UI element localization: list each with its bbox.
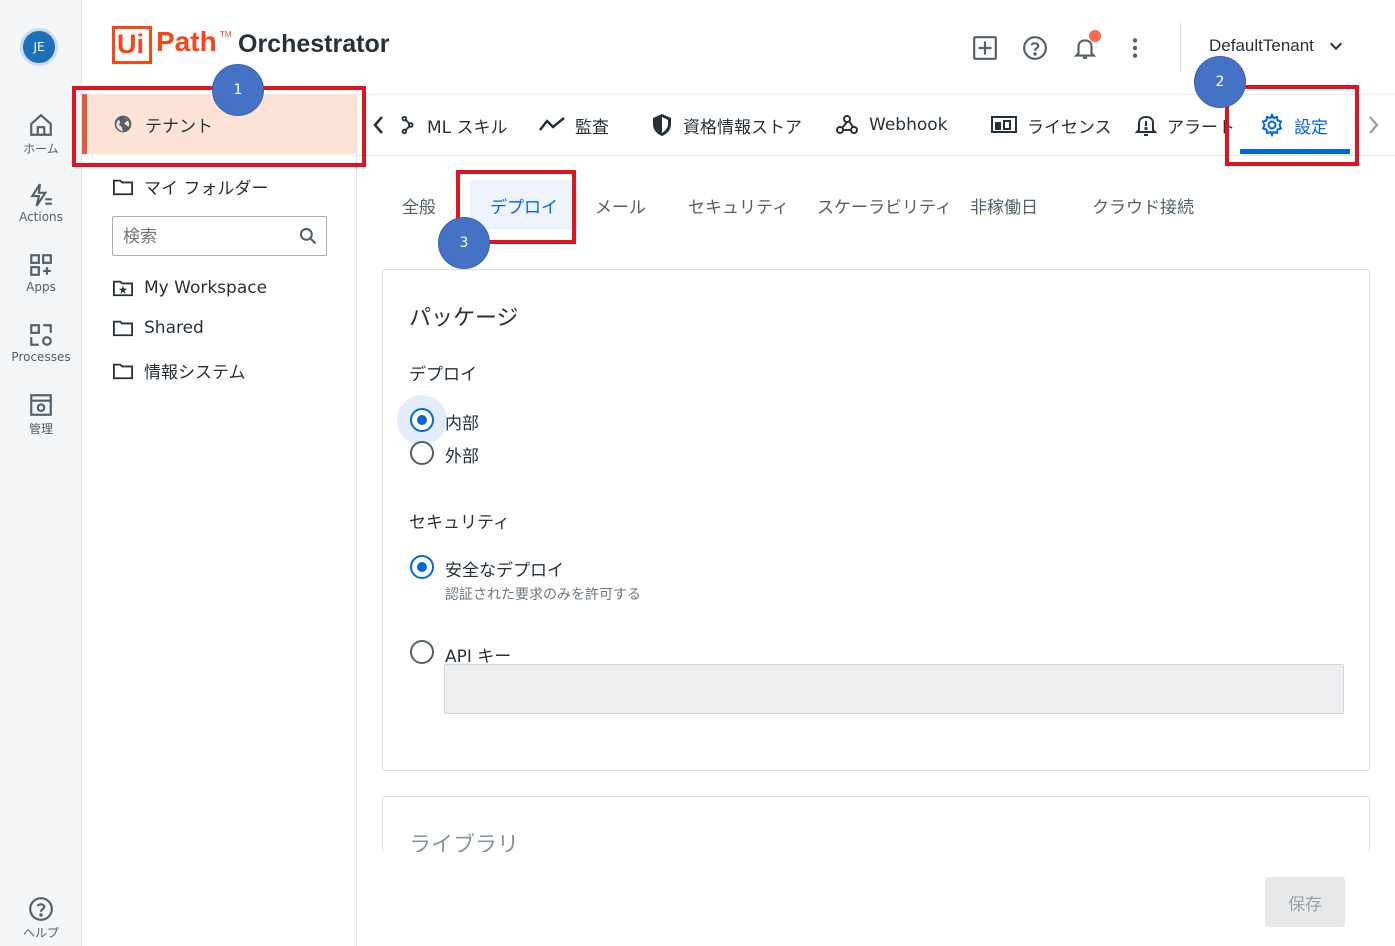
tab-ml-skill[interactable]: ML スキル xyxy=(399,95,508,155)
rail-item-admin[interactable]: 管理 xyxy=(0,392,82,437)
radio-api-key[interactable] xyxy=(410,640,434,664)
ml-skill-icon xyxy=(401,115,414,135)
apps-icon xyxy=(30,254,52,276)
folder-icon xyxy=(113,320,133,337)
tab-webhook[interactable]: Webhook xyxy=(835,95,947,155)
save-button[interactable]: 保存 xyxy=(1265,877,1345,927)
secure-deploy-description: 認証された要求のみを許可する xyxy=(445,587,641,603)
left-rail: JE ホーム Actions Apps Processes 管理 ヘルプ xyxy=(0,0,82,946)
more-vertical-icon xyxy=(1132,38,1138,58)
logo-tm: TM xyxy=(220,30,232,39)
actions-icon xyxy=(30,183,52,207)
rail-item-apps[interactable]: Apps xyxy=(0,252,82,294)
radio-label-internal: 内部 xyxy=(445,414,479,434)
subtab-scalability[interactable]: スケーラビリティ xyxy=(817,180,952,230)
folder-search[interactable] xyxy=(112,216,327,256)
folder-icon xyxy=(113,179,133,195)
chevron-right-icon xyxy=(1369,116,1379,134)
folder-item-info-system[interactable]: 情報システム xyxy=(112,358,246,383)
annotation-badge-2: 2 xyxy=(1194,56,1246,108)
search-input[interactable] xyxy=(123,225,293,249)
rail-item-actions[interactable]: Actions xyxy=(0,182,82,224)
deploy-section-label: デプロイ xyxy=(409,365,477,385)
uipath-logo: Ui xyxy=(112,26,152,64)
chevron-down-icon xyxy=(1329,42,1342,51)
radio-label-secure-deploy: 安全なデプロイ xyxy=(445,561,564,581)
library-card: ライブラリ xyxy=(382,796,1370,852)
add-button[interactable] xyxy=(971,34,999,62)
subtab-mail[interactable]: メール xyxy=(595,180,646,230)
rail-item-help[interactable]: ヘルプ xyxy=(0,896,82,941)
logo-path-text: Path xyxy=(156,26,217,57)
notification-dot xyxy=(1089,30,1101,42)
radio-label-external: 外部 xyxy=(445,447,479,467)
alert-icon xyxy=(1135,115,1157,136)
search-icon xyxy=(299,227,317,245)
webhook-icon xyxy=(836,115,858,134)
annotation-badge-1: 1 xyxy=(212,64,264,116)
help-button[interactable] xyxy=(1021,34,1049,62)
subtab-security[interactable]: セキュリティ xyxy=(688,180,789,230)
api-key-field[interactable] xyxy=(444,664,1344,714)
help-icon xyxy=(29,897,53,921)
workspace-folder-icon xyxy=(113,280,133,297)
folder-panel: テナント マイ フォルダー My Workspace Shared 情報システム xyxy=(82,94,357,946)
admin-icon xyxy=(30,394,52,416)
my-folders-item[interactable]: マイ フォルダー xyxy=(112,174,268,199)
subtab-cloud-connection[interactable]: クラウド接続 xyxy=(1092,180,1194,230)
folder-item-my-workspace[interactable]: My Workspace xyxy=(112,278,267,298)
annotation-box-settings xyxy=(1225,85,1359,166)
rail-item-processes[interactable]: Processes xyxy=(0,322,82,364)
question-icon xyxy=(1023,36,1047,60)
chevron-left-icon xyxy=(373,116,383,134)
tab-license[interactable]: ライセンス xyxy=(991,95,1112,155)
license-icon xyxy=(991,116,1017,133)
tab-credential-store[interactable]: 資格情報ストア xyxy=(651,95,802,155)
audit-icon xyxy=(539,117,565,131)
radio-deploy-external[interactable] xyxy=(410,441,434,465)
rail-item-home[interactable]: ホーム xyxy=(0,112,82,157)
subtab-general[interactable]: 全般 xyxy=(402,180,436,230)
annotation-badge-3: 3 xyxy=(438,217,490,269)
radio-deploy-internal[interactable] xyxy=(410,408,434,432)
notifications-button[interactable] xyxy=(1071,30,1101,62)
library-card-title: ライブラリ xyxy=(409,833,520,852)
package-card: パッケージ デプロイ 内部 外部 セキュリティ 安全なデプロイ 認証された要求の… xyxy=(382,269,1370,771)
plus-box-icon xyxy=(973,36,997,60)
header-divider xyxy=(1180,22,1181,72)
tenant-selector[interactable]: DefaultTenant xyxy=(1209,36,1344,56)
more-button[interactable] xyxy=(1121,34,1149,62)
folder-icon xyxy=(113,363,133,379)
tab-audit[interactable]: 監査 xyxy=(539,95,609,155)
card-title: パッケージ xyxy=(409,306,519,331)
folder-item-shared[interactable]: Shared xyxy=(112,318,204,338)
shield-icon xyxy=(653,114,671,136)
processes-icon xyxy=(30,324,52,346)
home-icon xyxy=(30,113,52,136)
avatar[interactable]: JE xyxy=(20,28,58,66)
radio-secure-deploy[interactable] xyxy=(410,555,434,579)
subtab-non-working-days[interactable]: 非稼働日 xyxy=(970,180,1038,230)
product-name: Orchestrator xyxy=(238,30,390,58)
security-section-label: セキュリティ xyxy=(409,513,510,533)
